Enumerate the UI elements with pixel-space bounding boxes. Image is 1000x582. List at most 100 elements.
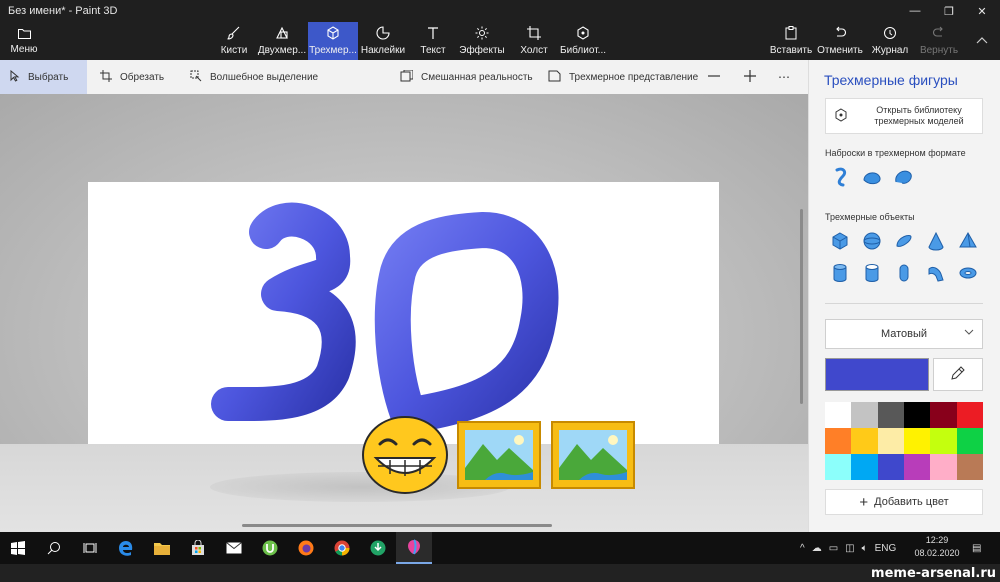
store-icon[interactable]	[180, 532, 216, 564]
shapes-2d-icon	[275, 26, 289, 43]
workspace[interactable]	[0, 94, 808, 532]
edge-browser-icon[interactable]	[108, 532, 144, 564]
task-view-icon[interactable]	[72, 532, 108, 564]
bend-tube-shape-icon[interactable]	[923, 260, 949, 286]
color-swatch[interactable]	[904, 402, 931, 428]
color-swatch[interactable]	[825, 454, 852, 480]
color-swatch[interactable]	[825, 428, 852, 454]
system-tray: ^ ☁ ▭ ◫ 🔈︎ ENG	[800, 532, 896, 564]
maximize-button[interactable]: ❐	[934, 0, 964, 22]
undo-label: Отменить	[817, 45, 863, 56]
color-swatch[interactable]	[956, 402, 983, 428]
network-icon[interactable]: ◫	[845, 543, 854, 554]
mail-icon[interactable]	[216, 532, 252, 564]
cloud-icon[interactable]: ☁	[812, 543, 822, 554]
tab-label: Холст	[520, 45, 548, 56]
firefox-icon[interactable]	[288, 532, 324, 564]
select-button[interactable]: Выбрать	[0, 60, 87, 94]
vertical-scrollbar[interactable]	[800, 209, 803, 404]
undo-button[interactable]: Отменить	[817, 22, 863, 60]
tube-shape-icon[interactable]	[859, 260, 885, 286]
mixed-reality-button[interactable]: Смешанная реальность	[390, 60, 543, 94]
search-icon[interactable]	[36, 532, 72, 564]
close-button[interactable]: ✕	[967, 0, 997, 22]
color-swatch[interactable]	[877, 402, 904, 428]
color-swatch[interactable]	[904, 428, 931, 454]
crop-icon	[100, 69, 112, 85]
crop-label: Обрезать	[120, 71, 165, 83]
color-swatch[interactable]	[930, 402, 957, 428]
hemisphere-shape-icon[interactable]	[891, 228, 917, 254]
color-swatch[interactable]	[956, 428, 983, 454]
capsule-shape-icon[interactable]	[891, 260, 917, 286]
tab-effects[interactable]: Эффекты	[459, 22, 505, 60]
volume-icon[interactable]: 🔈︎	[862, 543, 868, 554]
menu-button[interactable]: Меню	[6, 22, 42, 60]
crop-button[interactable]: Обрезать	[90, 60, 174, 94]
paste-button[interactable]: Вставить	[770, 22, 812, 60]
minimize-button[interactable]: —	[900, 0, 930, 22]
tab-label: Библиот...	[560, 45, 606, 56]
color-swatch[interactable]	[851, 402, 878, 428]
history-button[interactable]: Журнал	[870, 22, 910, 60]
cursor-icon	[10, 69, 20, 85]
tab-text[interactable]: Текст	[414, 22, 452, 60]
color-swatch[interactable]	[877, 454, 904, 480]
select-label: Выбрать	[28, 71, 69, 83]
add-color-button[interactable]: + Добавить цвет	[825, 489, 983, 515]
landscape-image-icon	[457, 421, 541, 489]
battery-icon[interactable]: ▭	[829, 543, 838, 554]
utorrent-icon[interactable]	[252, 532, 288, 564]
torus-shape-icon[interactable]	[955, 260, 981, 286]
tab-library[interactable]: Библиот...	[560, 22, 606, 60]
sphere-shape-icon[interactable]	[859, 228, 885, 254]
plus-icon: +	[859, 493, 869, 511]
watermark-bar: meme-arsenal.ru	[0, 564, 1000, 582]
cube-shape-icon[interactable]	[827, 228, 853, 254]
tab-stickers[interactable]: Наклейки	[360, 22, 406, 60]
magic-select-button[interactable]: Волшебное выделение	[180, 60, 328, 94]
drawing-canvas[interactable]	[88, 182, 719, 444]
color-swatch[interactable]	[956, 454, 983, 480]
pyramid-shape-icon[interactable]	[955, 228, 981, 254]
tab-3d-shapes[interactable]: Трехмер...	[308, 22, 358, 60]
windows-start-icon[interactable]	[0, 532, 36, 564]
3d-doodle-text[interactable]	[88, 182, 719, 444]
tube-doodle-icon[interactable]	[891, 164, 917, 190]
cylinder-shape-icon[interactable]	[827, 260, 853, 286]
color-swatch[interactable]	[930, 454, 957, 480]
green-app-icon[interactable]	[360, 532, 396, 564]
language-indicator[interactable]: ENG	[875, 543, 897, 554]
current-color-swatch[interactable]	[825, 358, 929, 391]
redo-button[interactable]: Вернуть	[918, 22, 960, 60]
notifications-icon[interactable]: ▤	[972, 532, 981, 564]
color-swatch[interactable]	[877, 428, 904, 454]
color-swatch[interactable]	[851, 428, 878, 454]
color-swatch[interactable]	[851, 454, 878, 480]
open-3d-library-button[interactable]: Открыть библиотеку трехмерных моделей	[825, 98, 983, 134]
taskbar: ^ ☁ ▭ ◫ 🔈︎ ENG ▤	[0, 532, 1000, 564]
view-3d-button[interactable]: Трехмерное представление	[538, 60, 708, 94]
soft-doodle-icon[interactable]	[859, 164, 885, 190]
color-swatch[interactable]	[825, 402, 852, 428]
more-options-button[interactable]: ⋯	[772, 60, 796, 94]
chrome-icon[interactable]	[324, 532, 360, 564]
horizontal-scrollbar[interactable]	[242, 524, 552, 527]
sharp-doodle-icon[interactable]	[829, 164, 855, 190]
material-select[interactable]: Матовый	[825, 319, 983, 349]
color-swatch[interactable]	[930, 428, 957, 454]
tab-brushes[interactable]: Кисти	[214, 22, 254, 60]
eyedropper-button[interactable]	[933, 358, 983, 391]
file-explorer-icon[interactable]	[144, 532, 180, 564]
tab-2d-shapes[interactable]: Двухмер...	[258, 22, 306, 60]
zoom-in-button[interactable]	[738, 60, 762, 94]
collapse-ribbon-button[interactable]	[970, 22, 994, 60]
paint-3d-icon[interactable]	[396, 532, 432, 564]
tab-canvas[interactable]: Холст	[514, 22, 554, 60]
clock[interactable]: 12:29 08.02.2020	[914, 534, 960, 560]
magic-select-label: Волшебное выделение	[210, 71, 319, 83]
chevron-up-icon[interactable]: ^	[800, 543, 805, 554]
color-swatch[interactable]	[904, 454, 931, 480]
cone-shape-icon[interactable]	[923, 228, 949, 254]
zoom-out-button[interactable]	[702, 60, 726, 94]
